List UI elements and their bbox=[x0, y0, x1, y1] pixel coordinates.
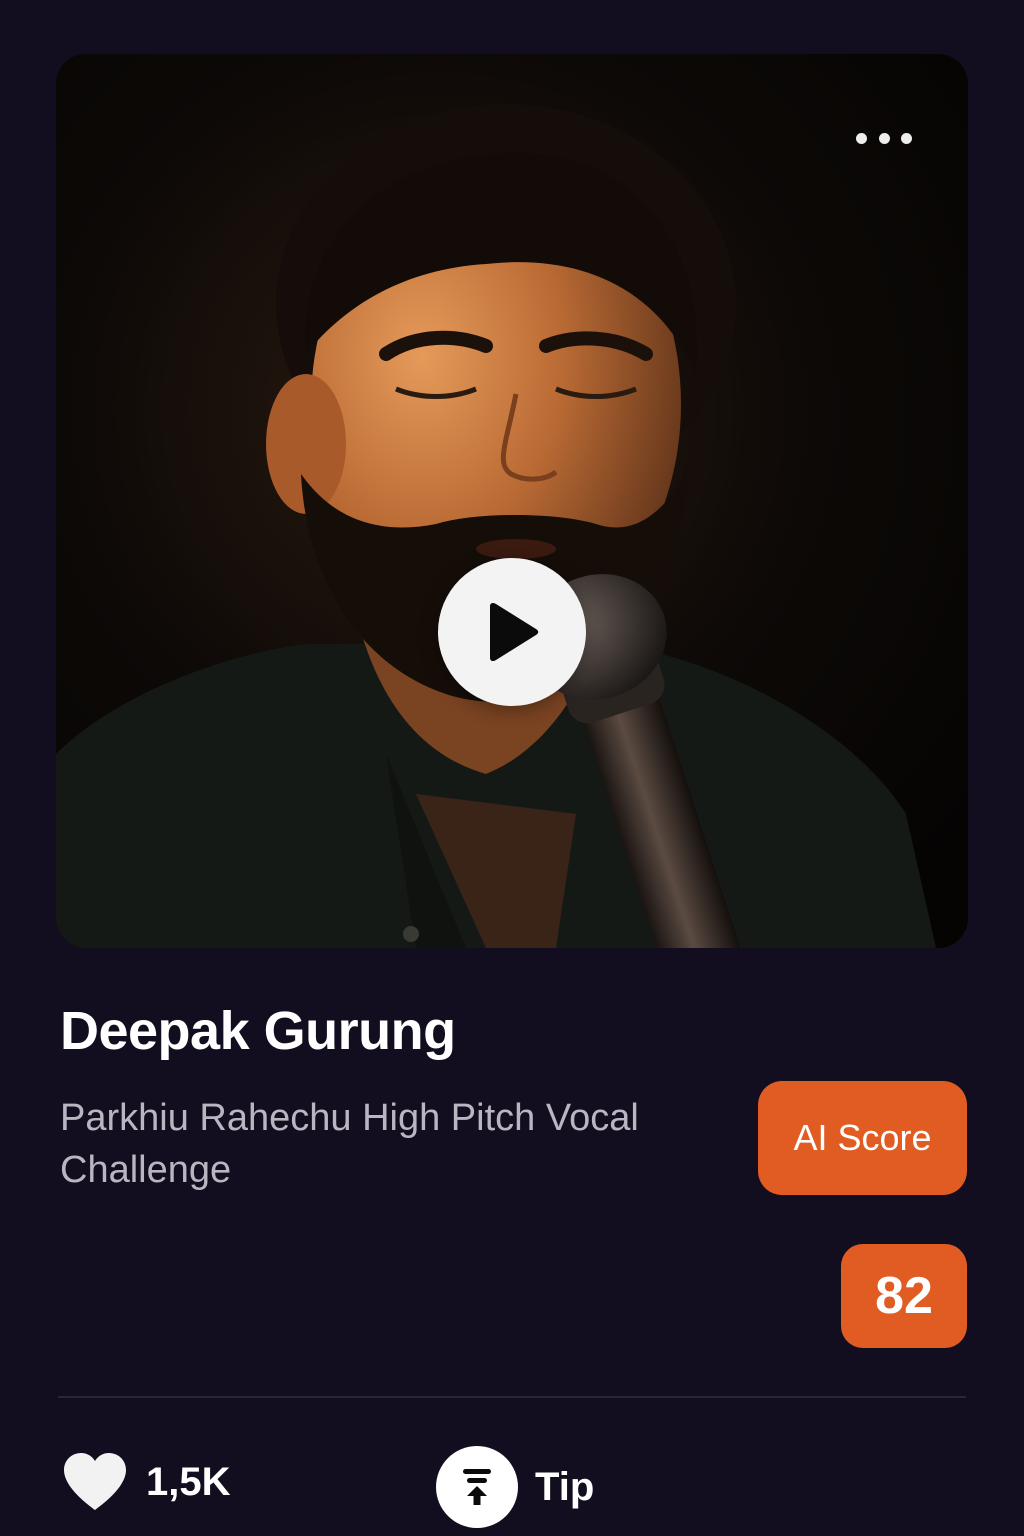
play-icon bbox=[490, 602, 539, 662]
performance-media[interactable] bbox=[56, 54, 968, 948]
like-button[interactable]: 1,5K bbox=[62, 1452, 231, 1512]
play-button[interactable] bbox=[438, 558, 586, 706]
performer-name: Deepak Gurung bbox=[60, 1001, 456, 1061]
tip-upload-icon bbox=[436, 1446, 518, 1528]
like-count: 1,5K bbox=[146, 1459, 231, 1504]
more-horizontal-icon-dot bbox=[901, 132, 912, 144]
challenge-title: Parkhiu Rahechu High Pitch Vocal Challen… bbox=[60, 1097, 639, 1191]
more-horizontal-icon bbox=[856, 132, 867, 144]
more-horizontal-icon-dot bbox=[878, 132, 890, 144]
heart-icon bbox=[64, 1453, 126, 1510]
ai-score-value-badge: 82 bbox=[841, 1244, 967, 1348]
ai-score-button[interactable]: AI Score bbox=[758, 1081, 967, 1195]
performer-photo bbox=[56, 54, 968, 948]
tip-label: Tip bbox=[535, 1464, 595, 1509]
more-options-button[interactable] bbox=[856, 126, 912, 150]
tip-button[interactable]: Tip bbox=[436, 1446, 594, 1528]
divider bbox=[58, 1396, 966, 1398]
